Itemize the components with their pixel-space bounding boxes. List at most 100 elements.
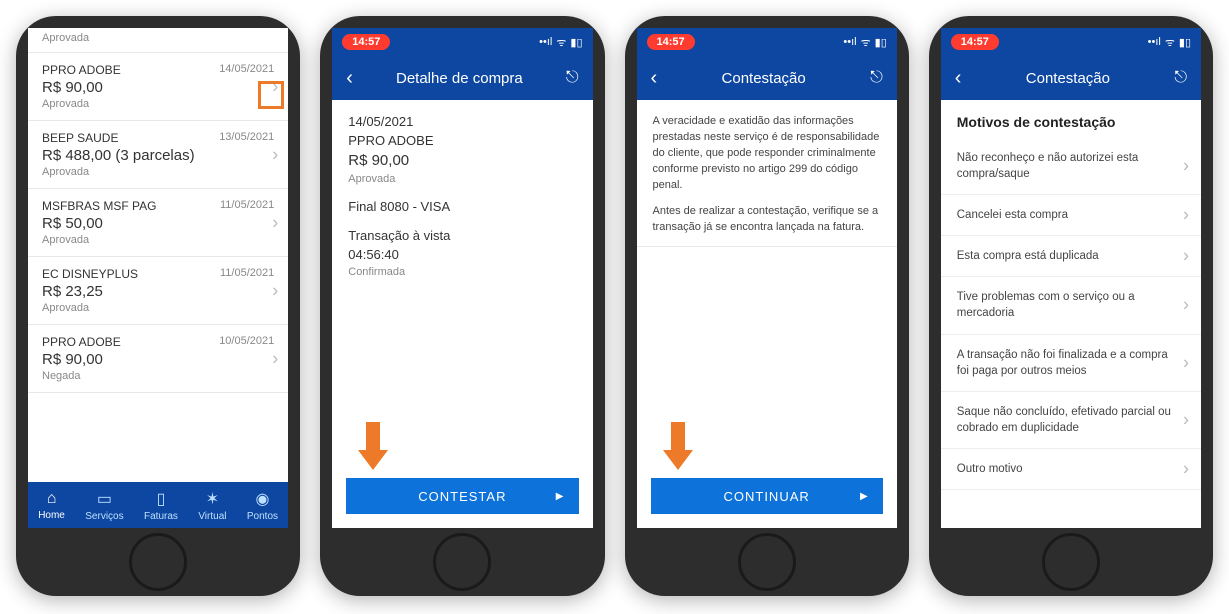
transaction-item[interactable]: BEEP SAUDE 13/05/2021 R$ 488,00 (3 parce… (28, 121, 288, 189)
tab-points[interactable]: ◉ Pontos (247, 489, 278, 522)
play-icon: ▶ (860, 491, 869, 502)
reason-item[interactable]: Esta compra está duplicada (941, 236, 1201, 277)
back-icon[interactable]: ‹ (955, 67, 962, 90)
exit-icon[interactable]: ⎋ (870, 69, 883, 87)
date-label: 14/05/2021 (219, 63, 274, 77)
merchant-label: MSFBRAS MSF PAG (42, 199, 156, 213)
detail-status: Aprovada (348, 173, 576, 185)
status-time: 14:57 (342, 34, 390, 50)
status-icons: ••ıl ᯤ ▮▯ (1148, 35, 1191, 50)
button-label: CONTESTAR (418, 489, 506, 504)
signal-icon: ••ıl (539, 36, 552, 48)
tab-invoices[interactable]: ▯ Faturas (144, 489, 178, 522)
status-label: Aprovada (42, 98, 274, 110)
services-icon: ▭ (97, 489, 112, 509)
reason-item[interactable]: Não reconheço e não autorizei esta compr… (941, 138, 1201, 195)
status-label: Aprovada (42, 302, 274, 314)
exit-icon[interactable]: ⎋ (1174, 69, 1187, 87)
points-icon: ◉ (255, 489, 269, 509)
wifi-icon: ᯤ (861, 35, 871, 50)
exit-icon[interactable]: ⎋ (566, 69, 579, 87)
status-bar: 14:57 ••ıl ᯤ ▮▯ (332, 28, 592, 56)
phone-3: 14:57 ••ıl ᯤ ▮▯ ‹ Contestação ⎋ A veraci… (625, 16, 909, 596)
detail-merchant: PPRO ADOBE (348, 133, 576, 148)
transaction-list: PPRO ADOBE 14/05/2021 R$ 90,00 Aprovada … (28, 53, 288, 482)
date-label: 11/05/2021 (220, 199, 274, 213)
cta-wrap: CONTINUAR ▶ (637, 478, 897, 528)
back-icon[interactable]: ‹ (346, 67, 353, 90)
status-label: Aprovada (42, 166, 274, 178)
amount-label: R$ 90,00 (42, 351, 274, 368)
merchant-label: PPRO ADOBE (42, 63, 121, 77)
transaction-item[interactable]: PPRO ADOBE 14/05/2021 R$ 90,00 Aprovada … (28, 53, 288, 121)
amount-label: R$ 50,00 (42, 215, 274, 232)
cta-wrap: CONTESTAR ▶ (332, 478, 592, 528)
page-title: Detalhe de compra (396, 70, 523, 87)
chevron-right-icon: › (272, 76, 278, 97)
phone-1: Aprovada PPRO ADOBE 14/05/2021 R$ 90,00 … (16, 16, 300, 596)
status-label: Negada (42, 370, 274, 382)
date-label: 13/05/2021 (219, 131, 274, 145)
tab-label: Serviços (85, 511, 123, 522)
page-title: Contestação (1026, 70, 1110, 87)
virtual-icon: ✶ (206, 489, 219, 509)
date-label: 10/05/2021 (219, 335, 274, 349)
battery-icon: ▮▯ (570, 36, 582, 49)
screen-purchase-detail: 14:57 ••ıl ᯤ ▮▯ ‹ Detalhe de compra ⎋ 14… (332, 28, 592, 528)
reason-item[interactable]: Tive problemas com o serviço ou a mercad… (941, 277, 1201, 334)
reasons-body: Motivos de contestação Não reconheço e n… (941, 100, 1201, 528)
home-icon: ⌂ (47, 490, 57, 508)
chevron-right-icon: › (272, 280, 278, 301)
tab-label: Home (38, 510, 65, 521)
reason-item[interactable]: Saque não concluído, efetivado parcial o… (941, 392, 1201, 449)
tab-label: Virtual (198, 511, 226, 522)
status-label: Aprovada (42, 234, 274, 246)
screen-disclaimer: 14:57 ••ıl ᯤ ▮▯ ‹ Contestação ⎋ A veraci… (637, 28, 897, 528)
amount-label: R$ 90,00 (42, 79, 274, 96)
phone-2: 14:57 ••ıl ᯤ ▮▯ ‹ Detalhe de compra ⎋ 14… (320, 16, 604, 596)
detail-body: 14/05/2021 PPRO ADOBE R$ 90,00 Aprovada … (332, 100, 592, 478)
transaction-item[interactable]: EC DISNEYPLUS 11/05/2021 R$ 23,25 Aprova… (28, 257, 288, 325)
signal-icon: ••ıl (1148, 36, 1161, 48)
screen-reasons: 14:57 ••ıl ᯤ ▮▯ ‹ Contestação ⎋ Motivos … (941, 28, 1201, 528)
continue-button[interactable]: CONTINUAR ▶ (651, 478, 883, 514)
status-time: 14:57 (951, 34, 999, 50)
date-label: 11/05/2021 (220, 267, 274, 281)
detail-type: Transação à vista (348, 228, 576, 243)
detail-card: Final 8080 - VISA (348, 199, 576, 214)
status-icons: ••ıl ᯤ ▮▯ (539, 35, 582, 50)
page-title: Contestação (722, 70, 806, 87)
header-status: Aprovada (28, 28, 288, 53)
detail-time: 04:56:40 (348, 247, 576, 262)
status-time: 14:57 (647, 34, 695, 50)
chevron-right-icon: › (272, 348, 278, 369)
reason-item[interactable]: A transação não foi finalizada e a compr… (941, 335, 1201, 392)
nav-bar: ‹ Detalhe de compra ⎋ (332, 56, 592, 100)
tab-label: Pontos (247, 511, 278, 522)
tab-virtual[interactable]: ✶ Virtual (198, 489, 226, 522)
reason-item[interactable]: Outro motivo (941, 449, 1201, 490)
amount-label: R$ 488,00 (3 parcelas) (42, 147, 274, 164)
divider (637, 246, 897, 247)
section-title: Motivos de contestação (941, 100, 1201, 138)
disclaimer-body: A veracidade e exatidão das informações … (637, 100, 897, 478)
status-bar: 14:57 ••ıl ᯤ ▮▯ (941, 28, 1201, 56)
play-icon: ▶ (556, 491, 565, 502)
back-icon[interactable]: ‹ (651, 67, 658, 90)
transaction-item[interactable]: MSFBRAS MSF PAG 11/05/2021 R$ 50,00 Apro… (28, 189, 288, 257)
transaction-item[interactable]: PPRO ADOBE 10/05/2021 R$ 90,00 Negada › (28, 325, 288, 393)
contest-button[interactable]: CONTESTAR ▶ (346, 478, 578, 514)
merchant-label: BEEP SAUDE (42, 131, 118, 145)
tab-home[interactable]: ⌂ Home (38, 490, 65, 521)
tab-label: Faturas (144, 511, 178, 522)
button-label: CONTINUAR (723, 489, 809, 504)
wifi-icon: ᯤ (556, 35, 566, 50)
phone-4: 14:57 ••ıl ᯤ ▮▯ ‹ Contestação ⎋ Motivos … (929, 16, 1213, 596)
nav-bar: ‹ Contestação ⎋ (637, 56, 897, 100)
status-icons: ••ıl ᯤ ▮▯ (843, 35, 886, 50)
reason-item[interactable]: Cancelei esta compra (941, 195, 1201, 236)
detail-date: 14/05/2021 (348, 114, 576, 129)
nav-bar: ‹ Contestação ⎋ (941, 56, 1201, 100)
tab-services[interactable]: ▭ Serviços (85, 489, 123, 522)
disclaimer-para-2: Antes de realizar a contestação, verifiq… (653, 204, 881, 236)
